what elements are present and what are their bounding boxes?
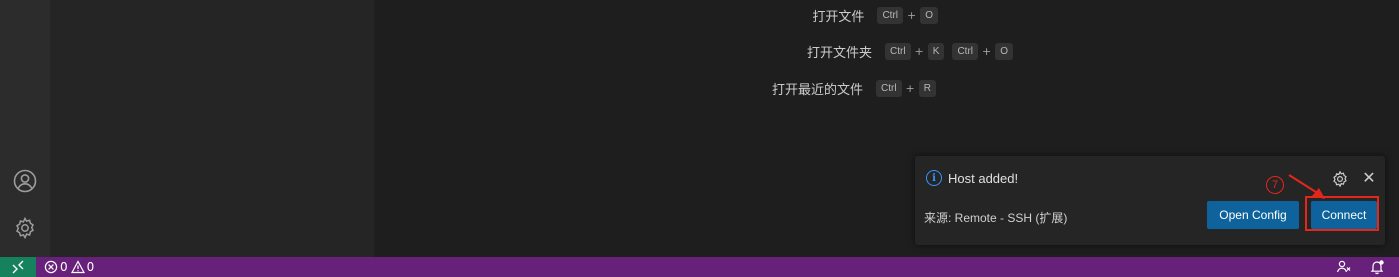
key-cap: O bbox=[920, 7, 938, 24]
key-cap: O bbox=[995, 43, 1013, 60]
key-cap: Ctrl bbox=[884, 43, 911, 60]
gear-icon[interactable] bbox=[12, 215, 38, 241]
problems-indicator[interactable]: 0 0 bbox=[44, 257, 94, 277]
key-cap: Ctrl bbox=[877, 7, 903, 24]
sidebar bbox=[50, 0, 374, 257]
key-cap: R bbox=[918, 80, 936, 97]
open-config-button[interactable]: Open Config bbox=[1207, 201, 1299, 229]
shortcut-open-file[interactable]: 打开文件 Ctrl + O bbox=[812, 6, 938, 25]
key-cap: Ctrl bbox=[875, 80, 902, 97]
notification-text: Host added! bbox=[948, 170, 1019, 186]
key-cap: Ctrl bbox=[952, 43, 978, 60]
bell-icon[interactable] bbox=[1369, 257, 1385, 277]
notification-settings-gear-icon[interactable] bbox=[1331, 170, 1349, 188]
shortcut-open-recent[interactable]: 打开最近的文件 Ctrl + R bbox=[772, 79, 936, 98]
accounts-icon[interactable] bbox=[1336, 257, 1352, 277]
plus-sign: + bbox=[914, 45, 924, 58]
plus-sign: + bbox=[982, 45, 992, 58]
account-icon[interactable] bbox=[12, 168, 38, 194]
status-bar: 0 0 bbox=[0, 257, 1399, 277]
notification-source: 来源: Remote - SSH (扩展) bbox=[924, 211, 1068, 225]
plus-sign: + bbox=[907, 9, 917, 22]
warning-icon bbox=[70, 260, 85, 274]
error-icon bbox=[44, 260, 58, 274]
shortcut-open-folder[interactable]: 打开文件夹 Ctrl + K Ctrl + O bbox=[807, 42, 1013, 61]
notification-message: i Host added! bbox=[926, 170, 1018, 186]
shortcut-label: 打开文件 bbox=[812, 9, 865, 24]
activity-bar bbox=[0, 0, 50, 257]
notification-toast: i Host added! 来源: Remote - SSH (扩展) 7 ✕ … bbox=[915, 156, 1385, 245]
close-icon[interactable]: ✕ bbox=[1360, 169, 1378, 187]
info-icon: i bbox=[926, 170, 942, 186]
error-count: 0 bbox=[60, 260, 68, 274]
remote-icon[interactable] bbox=[0, 257, 36, 277]
key-cap: K bbox=[927, 43, 945, 60]
warning-count: 0 bbox=[86, 260, 95, 274]
shortcut-label: 打开最近的文件 bbox=[771, 82, 863, 97]
connect-button[interactable]: Connect bbox=[1311, 201, 1377, 229]
annotation-arrow-icon bbox=[1288, 174, 1325, 199]
shortcut-label: 打开文件夹 bbox=[806, 45, 872, 60]
annotation-step-number: 7 bbox=[1266, 176, 1284, 194]
plus-sign: + bbox=[905, 82, 915, 95]
